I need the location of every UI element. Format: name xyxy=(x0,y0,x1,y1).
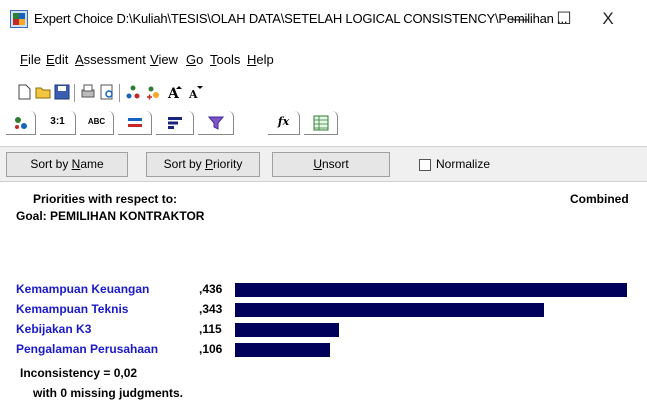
priority-bar xyxy=(235,343,330,357)
inconsistency-ratio: Inconsistency = 0,02 xyxy=(20,366,138,380)
sort-by-name-button[interactable]: Sort by Name xyxy=(6,152,128,177)
graphical-icon xyxy=(127,118,142,127)
criterion-priority-value: ,115 xyxy=(199,322,222,336)
menu-file[interactable]: File xyxy=(20,52,41,67)
window-title: Expert Choice D:\Kuliah\TESIS\OLAH DATA\… xyxy=(34,11,568,26)
unsort-button[interactable]: Unsort xyxy=(272,152,390,177)
new-file-icon[interactable] xyxy=(15,83,33,101)
criterion-name[interactable]: Kemampuan Keuangan xyxy=(16,282,149,296)
normalize-checkbox[interactable] xyxy=(419,159,431,171)
tab-formula[interactable]: fx xyxy=(268,111,300,135)
priorities-icon xyxy=(167,117,182,129)
formula-icon: fx xyxy=(277,115,290,128)
font-larger-icon[interactable]: A xyxy=(166,83,184,101)
print-icon[interactable] xyxy=(79,83,97,101)
menu-view[interactable]: View xyxy=(150,52,178,67)
hierarchy-icon xyxy=(14,117,27,129)
pairwise-numeric-icon: 3:1 xyxy=(50,116,65,127)
priority-bar xyxy=(235,323,339,337)
sort-bar: Sort by Name Sort by Priority Unsort Nor… xyxy=(0,146,647,182)
menu-assessment[interactable]: Assessment xyxy=(75,52,146,67)
criterion-name[interactable]: Kebijakan K3 xyxy=(16,322,91,336)
criterion-name[interactable]: Pengalaman Perusahaan xyxy=(16,342,158,356)
priorities-header: Priorities with respect to: xyxy=(33,192,178,206)
tab-graphical[interactable] xyxy=(118,111,152,135)
svg-text:A: A xyxy=(188,88,198,101)
tab-data-grid[interactable] xyxy=(304,111,338,135)
font-smaller-icon[interactable]: A xyxy=(186,83,204,101)
minimize-button[interactable]: — xyxy=(500,6,540,32)
tab-pairwise-numeric[interactable]: 3:1 xyxy=(40,111,76,135)
tab-hierarchy[interactable] xyxy=(6,111,36,135)
tab-verbal[interactable]: ABC xyxy=(80,111,114,135)
criterion-priority-value: ,343 xyxy=(199,302,223,316)
sort-by-priority-button[interactable]: Sort by Priority xyxy=(146,152,260,177)
normalize-label[interactable]: Normalize xyxy=(436,157,490,171)
verbal-icon: ABC xyxy=(87,117,106,126)
priorities-panel: Priorities with respect to: Combined Goa… xyxy=(0,183,647,418)
combined-label: Combined xyxy=(570,192,629,206)
goal-label: Goal: PEMILIHAN KONTRAKTOR xyxy=(16,209,205,223)
menu-tools[interactable]: Tools xyxy=(210,52,240,67)
menu-edit[interactable]: Edit xyxy=(46,52,68,67)
menu-bar: File Edit Assessment View Go Tools Help xyxy=(0,52,647,72)
open-folder-icon[interactable] xyxy=(34,83,52,101)
maximize-button[interactable]: ☐ xyxy=(544,6,584,32)
criterion-priority-value: ,106 xyxy=(199,342,223,356)
menu-go[interactable]: Go xyxy=(186,52,203,67)
node-icon[interactable] xyxy=(124,83,142,101)
close-button[interactable]: X xyxy=(588,6,628,32)
criterion-priority-value: ,436 xyxy=(199,282,223,296)
priority-bar xyxy=(235,283,627,297)
title-bar: Expert Choice D:\Kuliah\TESIS\OLAH DATA\… xyxy=(0,0,647,40)
print-preview-icon[interactable] xyxy=(98,83,116,101)
mode-tabs: 3:1 ABC fx xyxy=(6,109,647,137)
tab-funnel[interactable] xyxy=(198,111,234,135)
expert-choice-app-icon xyxy=(10,10,28,28)
priority-bar xyxy=(235,303,544,317)
tab-priorities[interactable] xyxy=(156,111,194,135)
save-icon[interactable] xyxy=(53,83,71,101)
menu-help[interactable]: Help xyxy=(247,52,274,67)
data-grid-icon xyxy=(313,115,328,131)
funnel-icon xyxy=(207,116,224,130)
node-add-icon[interactable] xyxy=(144,83,162,101)
criterion-name[interactable]: Kemampuan Teknis xyxy=(16,302,128,316)
missing-judgments: with 0 missing judgments. xyxy=(33,386,184,400)
